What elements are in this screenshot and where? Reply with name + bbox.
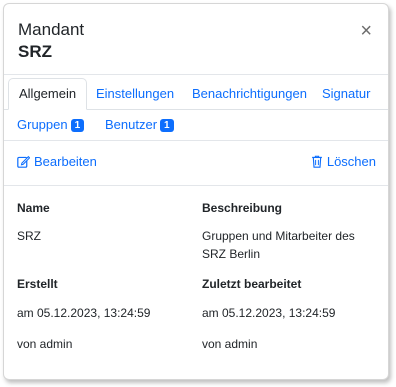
edit-icon <box>17 155 30 168</box>
modified-date: am 05.12.2023, 13:24:59 <box>202 306 336 320</box>
delete-button-label: Löschen <box>326 154 376 169</box>
tab-bar: Allgemein Einstellungen Benachrichtigung… <box>4 78 388 110</box>
trash-icon <box>311 155 322 168</box>
tab-einstellungen[interactable]: Einstellungen <box>96 78 174 110</box>
dialog-subtitle: SRZ <box>18 42 52 61</box>
close-icon: × <box>360 20 372 42</box>
description-value-line2: SRZ Berlin <box>202 247 261 261</box>
created-date: am 05.12.2023, 13:24:59 <box>17 306 151 320</box>
tab-bar-row2: Gruppen 1 Benutzer 1 <box>4 110 388 141</box>
modified-by: von admin <box>202 337 258 351</box>
dialog-header: Mandant SRZ × <box>4 4 388 75</box>
gruppen-count-badge: 1 <box>70 119 85 132</box>
tab-benachrichtigungen[interactable]: Benachrichtigungen <box>192 78 307 110</box>
tab-benutzer[interactable]: Benutzer 1 <box>105 110 174 140</box>
tab-allgemein[interactable]: Allgemein <box>8 78 88 110</box>
action-bar: Bearbeiten Löschen <box>4 141 388 186</box>
benutzer-count-badge: 1 <box>160 119 174 132</box>
tab-benutzer-label: Benutzer <box>105 117 158 132</box>
dialog-title: Mandant <box>18 20 85 39</box>
tab-signatur[interactable]: Signatur <box>322 78 370 110</box>
mandant-dialog: Mandant SRZ × Allgemein Einstellungen Be… <box>3 3 389 380</box>
created-by: von admin <box>17 337 73 351</box>
close-button[interactable]: × <box>360 21 372 41</box>
created-label: Erstellt <box>17 277 58 291</box>
description-label: Beschreibung <box>202 201 283 215</box>
name-value: SRZ <box>17 229 41 243</box>
delete-button[interactable]: Löschen <box>311 154 376 169</box>
description-value-line1: Gruppen und Mitarbeiter des <box>202 229 355 243</box>
name-label: Name <box>17 201 50 215</box>
modified-label: Zuletzt bearbeitet <box>202 277 302 291</box>
edit-button[interactable]: Bearbeiten <box>17 154 97 169</box>
tab-gruppen-label: Gruppen <box>17 117 68 132</box>
edit-button-label: Bearbeiten <box>34 154 97 169</box>
tab-gruppen[interactable]: Gruppen 1 <box>17 110 85 140</box>
